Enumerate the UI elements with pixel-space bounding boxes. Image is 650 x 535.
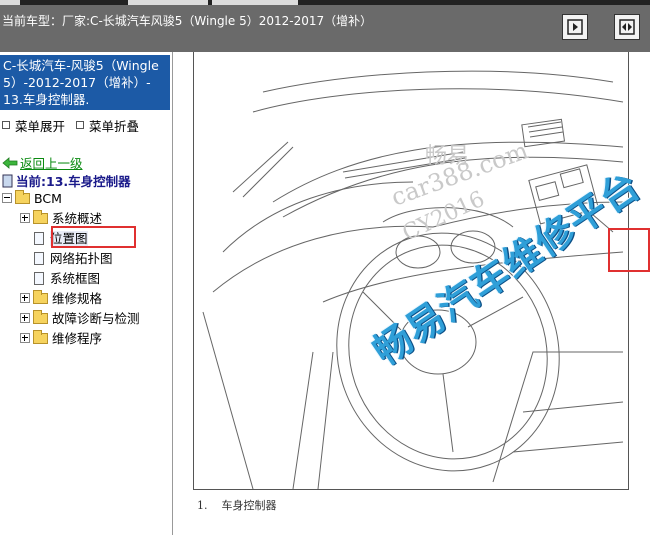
tree-node-block[interactable]: 系统框图 [34, 270, 100, 288]
collapse-all-button[interactable]: 菜单折叠 [76, 116, 139, 135]
back-link[interactable]: 返回上一级 [2, 153, 83, 172]
square-icon [76, 121, 84, 129]
tree-node-bcm[interactable]: BCM [2, 190, 62, 208]
figure-caption: 1. 车身控制器 [197, 499, 277, 512]
dashboard-line-drawing [202, 70, 624, 489]
tree-node-diagnosis[interactable]: 故障诊断与检测 [20, 310, 140, 328]
selected-item-highlight [51, 226, 136, 248]
document-icon [34, 252, 44, 265]
folder-icon [33, 330, 48, 344]
page-border [193, 489, 629, 490]
tree-node-procedure[interactable]: 维修程序 [20, 330, 102, 348]
expand-icon [20, 333, 30, 343]
next-page-icon [567, 19, 583, 35]
current-section: 当前:13.车身控制器 [2, 171, 131, 190]
top-strip [0, 0, 650, 5]
folder-icon [33, 210, 48, 224]
page-icon [2, 174, 13, 188]
document-icon [34, 272, 44, 285]
fit-width-icon [619, 19, 635, 35]
collapse-icon [2, 193, 12, 203]
callout-box [608, 228, 650, 272]
top-header: 当前车型：厂家:C-长城汽车风骏5（Wingle 5）2012-2017（增补） [0, 0, 650, 52]
document-icon [34, 232, 44, 245]
folder-icon [33, 310, 48, 324]
folder-icon [33, 290, 48, 304]
navigation-panel: C-长城汽车-风骏5（Wingle 5）-2012-2017（增补）- 13.车… [0, 52, 173, 535]
tree-node-topology[interactable]: 网络拓扑图 [34, 250, 113, 268]
fit-width-button[interactable] [614, 14, 640, 40]
expand-all-button[interactable]: 菜单展开 [2, 116, 65, 135]
document-title: C-长城汽车-风骏5（Wingle 5）-2012-2017（增补）- 13.车… [0, 55, 170, 110]
next-page-button[interactable] [562, 14, 588, 40]
square-icon [2, 121, 10, 129]
current-vehicle: 当前车型：厂家:C-长城汽车风骏5（Wingle 5）2012-2017（增补） [2, 14, 373, 28]
expand-icon [20, 213, 30, 223]
back-arrow-icon [2, 157, 18, 169]
expand-icon [20, 313, 30, 323]
tree-node-specs[interactable]: 维修规格 [20, 290, 102, 308]
folder-icon [15, 190, 30, 204]
expand-icon [20, 293, 30, 303]
